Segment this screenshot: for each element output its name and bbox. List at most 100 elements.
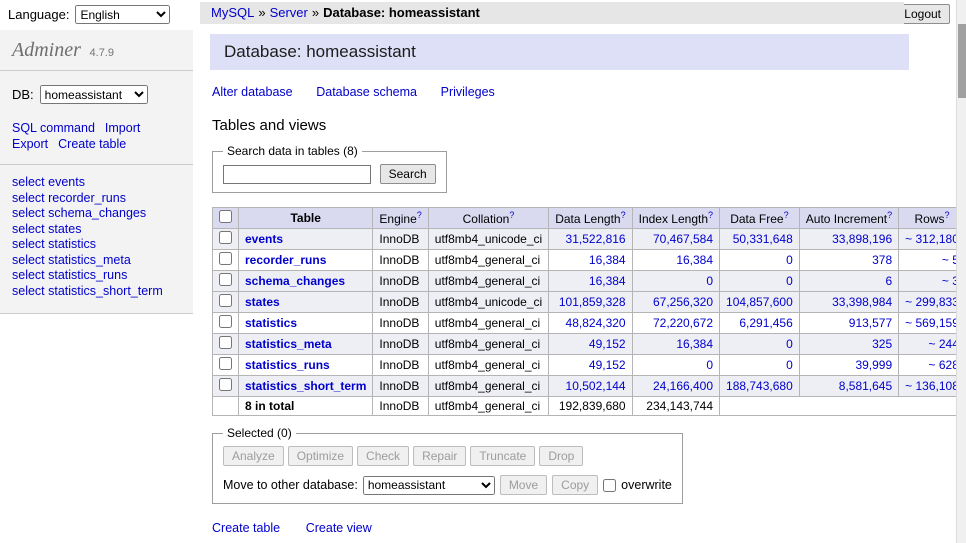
auto-increment-cell: 39,999 xyxy=(799,355,898,376)
table-name-link[interactable]: schema_changes xyxy=(245,274,345,288)
auto-increment-cell: 325 xyxy=(799,334,898,355)
collation-cell: utf8mb4_general_ci xyxy=(428,355,548,376)
copy-button[interactable]: Copy xyxy=(552,475,598,495)
select-all-checkbox[interactable] xyxy=(219,210,232,223)
db-selector-block: DB: homeassistant xyxy=(0,71,193,116)
index-length-cell: 0 xyxy=(632,355,719,376)
sidebar-item-select-statistics[interactable]: select statistics xyxy=(12,237,181,253)
privileges-link[interactable]: Privileges xyxy=(441,85,495,99)
auto-increment-cell: 8,581,645 xyxy=(799,376,898,397)
create-view-link[interactable]: Create view xyxy=(306,521,372,535)
overwrite-checkbox[interactable] xyxy=(603,479,616,492)
total-index-length-cell: 234,143,744 xyxy=(632,397,719,416)
sidebar-item-select-recorder-runs[interactable]: select recorder_runs xyxy=(12,191,181,207)
engine-cell: InnoDB xyxy=(373,292,428,313)
table-name-link[interactable]: statistics xyxy=(245,316,297,330)
row-checkbox[interactable] xyxy=(219,378,232,391)
table-name-link[interactable]: states xyxy=(245,295,280,309)
rows-count-link[interactable]: ~ 136,108 xyxy=(905,379,959,393)
rows-count-link[interactable]: ~ 312,180 xyxy=(905,232,959,246)
breadcrumb-separator: » xyxy=(258,5,265,20)
repair-button[interactable]: Repair xyxy=(413,446,466,466)
move-database-select[interactable]: homeassistant xyxy=(363,476,495,495)
collation-cell: utf8mb4_general_ci xyxy=(428,250,548,271)
table-name-link[interactable]: recorder_runs xyxy=(245,253,326,267)
check-button[interactable]: Check xyxy=(357,446,409,466)
table-name-link[interactable]: statistics_meta xyxy=(245,337,332,351)
help-icon[interactable]: ? xyxy=(708,210,713,220)
row-checkbox[interactable] xyxy=(219,357,232,370)
truncate-button[interactable]: Truncate xyxy=(470,446,535,466)
sidebar-link-sql-command[interactable]: SQL command xyxy=(12,121,95,135)
rows-count-link[interactable]: ~ 628 xyxy=(929,358,959,372)
row-checkbox[interactable] xyxy=(219,336,232,349)
table-header-row: Table Engine? Collation? Data Length? In… xyxy=(213,208,966,229)
engine-cell: InnoDB xyxy=(373,376,428,397)
help-icon[interactable]: ? xyxy=(509,210,514,220)
app-logo: Adminer xyxy=(12,39,81,61)
index-length-cell: 72,220,672 xyxy=(632,313,719,334)
sidebar-item-select-statistics-meta[interactable]: select statistics_meta xyxy=(12,253,181,269)
total-label: 8 in total xyxy=(245,399,294,413)
rows-count-link[interactable]: ~ 569,159 xyxy=(905,316,959,330)
language-select[interactable]: English xyxy=(75,5,170,24)
sidebar-item-select-statistics-runs[interactable]: select statistics_runs xyxy=(12,268,181,284)
sidebar-item-select-events[interactable]: select events xyxy=(12,175,181,191)
help-icon[interactable]: ? xyxy=(417,210,422,220)
database-schema-link[interactable]: Database schema xyxy=(316,85,417,99)
table-name-link[interactable]: statistics_short_term xyxy=(245,379,366,393)
help-icon[interactable]: ? xyxy=(945,210,950,220)
rows-count-link[interactable]: ~ 244 xyxy=(929,337,959,351)
db-select[interactable]: homeassistant xyxy=(40,85,148,104)
row-checkbox[interactable] xyxy=(219,231,232,244)
row-checkbox[interactable] xyxy=(219,273,232,286)
row-checkbox[interactable] xyxy=(219,252,232,265)
table-name-link[interactable]: events xyxy=(245,232,283,246)
overwrite-label: overwrite xyxy=(621,478,672,492)
row-checkbox[interactable] xyxy=(219,315,232,328)
collation-cell: utf8mb4_unicode_ci xyxy=(428,292,548,313)
collation-cell: utf8mb4_general_ci xyxy=(428,271,548,292)
table-name-link[interactable]: statistics_runs xyxy=(245,358,330,372)
sidebar-item-select-statistics-short-term[interactable]: select statistics_short_term xyxy=(12,284,181,300)
search-button[interactable]: Search xyxy=(380,164,436,184)
analyze-button[interactable]: Analyze xyxy=(223,446,284,466)
database-links: Alter database Database schema Privilege… xyxy=(212,84,912,99)
auto-increment-cell: 913,577 xyxy=(799,313,898,334)
tables-and-views-heading: Tables and views xyxy=(212,117,912,134)
help-icon[interactable]: ? xyxy=(887,210,892,220)
engine-cell: InnoDB xyxy=(373,313,428,334)
drop-button[interactable]: Drop xyxy=(539,446,583,466)
total-collation-cell: utf8mb4_general_ci xyxy=(428,397,548,416)
adminer-page: Language: English Logout MySQL»Server»Da… xyxy=(0,0,966,543)
breadcrumb-server-link[interactable]: Server xyxy=(270,5,308,20)
move-button[interactable]: Move xyxy=(500,475,547,495)
sidebar-item-select-states[interactable]: select states xyxy=(12,222,181,238)
scrollbar-thumb[interactable] xyxy=(958,24,966,98)
help-icon[interactable]: ? xyxy=(621,210,626,220)
app-version[interactable]: 4.7.9 xyxy=(90,47,114,59)
create-links: Create table Create view xyxy=(212,520,912,535)
breadcrumb-separator: » xyxy=(312,5,319,20)
data-free-cell: 104,857,600 xyxy=(720,292,800,313)
search-input[interactable] xyxy=(223,165,371,184)
help-icon[interactable]: ? xyxy=(784,210,789,220)
collation-cell: utf8mb4_general_ci xyxy=(428,313,548,334)
rows-count-link[interactable]: ~ 299,833 xyxy=(905,295,959,309)
create-table-link[interactable]: Create table xyxy=(212,521,280,535)
data-length-cell: 49,152 xyxy=(549,334,632,355)
sidebar-link-import[interactable]: Import xyxy=(105,121,140,135)
optimize-button[interactable]: Optimize xyxy=(288,446,353,466)
sidebar-link-create-table[interactable]: Create table xyxy=(58,137,126,151)
data-length-cell: 48,824,320 xyxy=(549,313,632,334)
alter-database-link[interactable]: Alter database xyxy=(212,85,293,99)
sidebar: Adminer 4.7.9 DB: homeassistant SQL comm… xyxy=(0,30,193,314)
row-checkbox[interactable] xyxy=(219,294,232,307)
breadcrumb-mysql-link[interactable]: MySQL xyxy=(211,5,254,20)
engine-cell: InnoDB xyxy=(373,229,428,250)
vertical-scrollbar[interactable] xyxy=(956,0,966,543)
sidebar-item-select-schema-changes[interactable]: select schema_changes xyxy=(12,206,181,222)
move-to-database-label: Move to other database: xyxy=(223,478,358,492)
sidebar-link-export[interactable]: Export xyxy=(12,137,48,151)
col-header-engine: Engine? xyxy=(373,208,428,229)
